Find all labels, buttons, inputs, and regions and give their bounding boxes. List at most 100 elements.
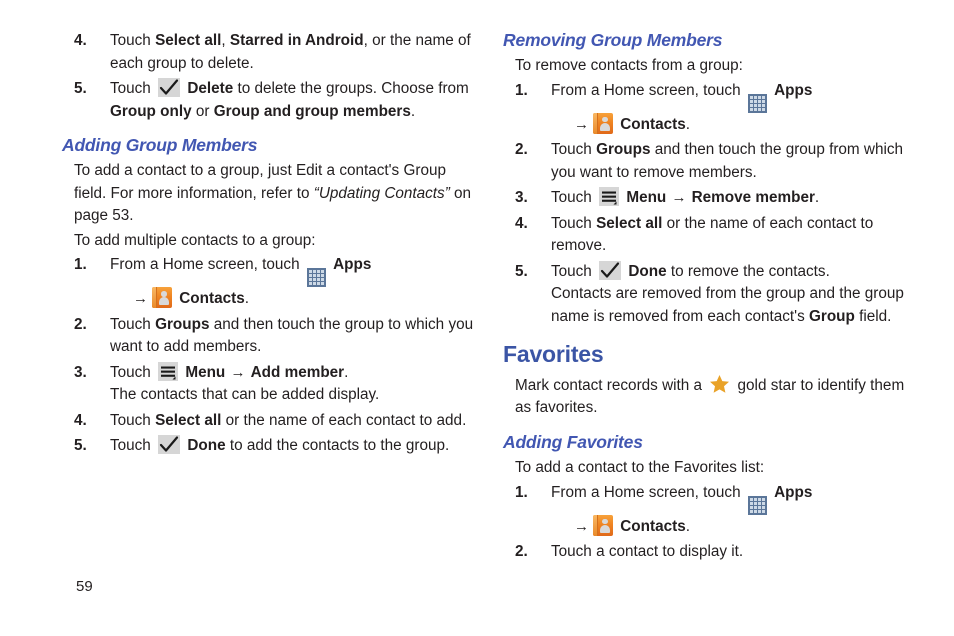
text-run: . bbox=[410, 102, 416, 120]
bold-term: Menu bbox=[185, 363, 226, 381]
paragraph-removing-intro: To remove contacts from a group: bbox=[515, 57, 743, 75]
steps-list-removing-group-members: 1. From a Home screen, touch Apps → Contac… bbox=[503, 80, 915, 329]
text-run: or bbox=[191, 102, 214, 120]
apps-icon bbox=[747, 93, 767, 113]
text-run: From a Home screen, touch bbox=[551, 483, 745, 501]
text-run: Touch bbox=[110, 437, 156, 455]
page-number: 59 bbox=[76, 578, 93, 595]
step-item: 2. Touch Groups and then touch the group … bbox=[62, 314, 474, 359]
manual-page: 4. Touch Select all, Starred in Android, … bbox=[0, 0, 954, 636]
step-text: Touch a contact to display it. bbox=[551, 543, 743, 560]
steps-list-adding-favorites: 1. From a Home screen, touch Apps → Contac… bbox=[503, 482, 915, 564]
step-item: 4. Touch Select all, Starred in Android, … bbox=[62, 30, 474, 75]
text-run: Touch bbox=[110, 80, 156, 97]
text-run: Touch bbox=[551, 214, 597, 232]
steps-list-adding-group-members: 1. From a Home screen, touch Apps → Contac… bbox=[62, 254, 474, 458]
bold-term: Menu bbox=[626, 189, 667, 207]
bold-term: Delete bbox=[187, 80, 234, 97]
bold-term: Groups bbox=[596, 141, 651, 159]
step-number: 4. bbox=[515, 214, 528, 232]
step-number: 1. bbox=[74, 256, 87, 274]
step-continuation-arrow: → Contacts. bbox=[110, 287, 474, 311]
text-run: . bbox=[814, 189, 820, 207]
step-item: 4. Touch Select all or the name of each c… bbox=[503, 213, 915, 258]
text-run: Touch bbox=[110, 363, 156, 381]
bold-term: Group only bbox=[110, 102, 192, 120]
arrow-glyph: → bbox=[574, 115, 589, 133]
step-number: 1. bbox=[515, 483, 528, 501]
paragraph-adding-favorites-intro: To add a contact to the Favorites list: bbox=[515, 459, 765, 476]
apps-icon bbox=[306, 268, 326, 288]
text-run: . bbox=[685, 115, 690, 133]
text-run: . bbox=[344, 363, 349, 381]
step-continuation-text: The contacts that can be added display. bbox=[110, 386, 380, 404]
bold-term: Done bbox=[187, 437, 226, 455]
step-text: Touch Select all or the name of each con… bbox=[110, 412, 466, 429]
heading-adding-favorites: Adding Favorites bbox=[503, 431, 643, 452]
contacts-icon bbox=[152, 287, 172, 309]
apps-icon bbox=[747, 495, 767, 515]
text-run: Touch a contact to display it. bbox=[551, 543, 744, 560]
step-text: Touch Groups and then touch the group to… bbox=[110, 316, 473, 356]
step-number: 3. bbox=[515, 189, 528, 207]
bold-term: Group and group members bbox=[213, 102, 411, 120]
text-run: to add the contacts to the group. bbox=[225, 437, 450, 455]
step-item: 2. Touch Groups and then touch the group … bbox=[503, 139, 915, 184]
contacts-icon bbox=[593, 514, 613, 536]
step-continuation-arrow: → Contacts. bbox=[551, 112, 915, 137]
heading-favorites: Favorites bbox=[503, 341, 604, 368]
bold-term: Groups bbox=[155, 315, 210, 333]
step-text: Touch Groups and then touch the group fr… bbox=[551, 141, 903, 181]
text-run: to remove the contacts. bbox=[666, 262, 830, 280]
step-text: Touch Select all, Starred in Android, or… bbox=[110, 32, 471, 72]
bold-term: Group bbox=[808, 307, 855, 325]
step-number: 2. bbox=[74, 315, 87, 333]
menu-icon bbox=[158, 361, 179, 381]
step-item: 1. From a Home screen, touch Apps → Contac… bbox=[503, 482, 915, 539]
step-text: From a Home screen, touch Apps bbox=[551, 81, 812, 113]
arrow-glyph: → bbox=[226, 363, 250, 381]
step-continuation-text: Contacts are removed from the group and … bbox=[551, 283, 915, 328]
step-item: 2. Touch a contact to display it. bbox=[503, 541, 915, 564]
step-item: 1. From a Home screen, touch Apps → Contac… bbox=[503, 80, 915, 137]
step-text: Touch Delete to delete the groups. Choos… bbox=[110, 78, 469, 120]
checkmark-icon bbox=[158, 435, 181, 455]
heading-removing-group-members: Removing Group Members bbox=[503, 30, 723, 50]
step-number: 1. bbox=[515, 81, 528, 99]
step-text: From a Home screen, touch Apps bbox=[551, 483, 812, 515]
step-number: 5. bbox=[74, 437, 87, 455]
step-text: Touch Select all or the name of each con… bbox=[551, 215, 873, 255]
bold-term: Contacts bbox=[179, 290, 245, 308]
steps-list-deleting-groups: 4. Touch Select all, Starred in Android, … bbox=[62, 30, 474, 123]
heading-adding-group-members: Adding Group Members bbox=[62, 135, 258, 155]
step-number: 5. bbox=[515, 262, 528, 280]
step-number: 3. bbox=[74, 363, 87, 381]
text-run: to delete the groups. Choose from bbox=[233, 80, 469, 97]
step-item: 3. Touch Menu → Remove member. bbox=[503, 187, 915, 210]
text-run: Mark contact records with a bbox=[515, 376, 707, 394]
step-text: Touch Done to remove the contacts. bbox=[551, 260, 830, 280]
bold-term: Starred in Android bbox=[229, 32, 364, 49]
arrow-glyph: → bbox=[667, 189, 691, 207]
arrow-glyph: → bbox=[133, 290, 148, 308]
text-run: Touch bbox=[551, 262, 597, 280]
step-item: 3. Touch Menu → Add member. The contacts t… bbox=[62, 361, 474, 407]
bold-term: Apps bbox=[333, 256, 372, 274]
step-text: From a Home screen, touch Apps bbox=[110, 256, 372, 288]
checkmark-icon bbox=[599, 260, 622, 280]
step-number: 5. bbox=[74, 80, 87, 97]
checkmark-icon bbox=[158, 78, 181, 97]
text-run: Touch bbox=[110, 411, 156, 429]
step-text: Touch Done to add the contacts to the gr… bbox=[110, 435, 450, 455]
text-run: From a Home screen, touch bbox=[551, 81, 745, 99]
text-run: . bbox=[244, 290, 249, 308]
text-run: field. bbox=[854, 307, 892, 325]
step-number: 2. bbox=[515, 141, 528, 159]
bold-term: Select all bbox=[155, 411, 222, 429]
step-item: 5. Touch Delete to delete the groups. Cho… bbox=[62, 78, 474, 123]
text-run: , bbox=[221, 32, 230, 49]
bold-term: Select all bbox=[596, 214, 663, 232]
paragraph-add-multiple-intro: To add multiple contacts to a group: bbox=[74, 231, 316, 249]
bold-term: Remove member bbox=[691, 189, 815, 207]
contacts-icon bbox=[593, 112, 613, 134]
